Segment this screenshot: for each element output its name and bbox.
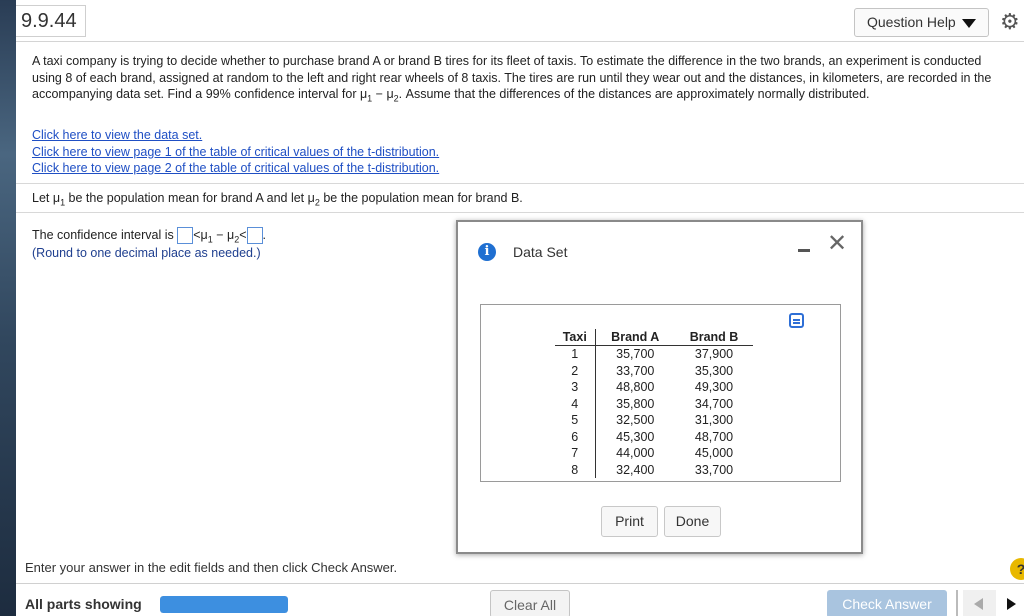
table-row: 1 35,700 37,900	[555, 345, 753, 363]
cell-taxi: 3	[555, 379, 596, 396]
mu-symbol: μ	[307, 191, 315, 205]
footer-divider	[16, 583, 1024, 584]
cell-brand-a: 35,800	[616, 396, 655, 411]
cell-taxi: 5	[555, 412, 596, 429]
cell-taxi: 4	[555, 395, 596, 412]
divider	[16, 183, 1024, 184]
clear-all-button[interactable]: Clear All	[490, 590, 570, 616]
cell-brand-a: 45,300	[616, 429, 655, 444]
column-header-brand-a: Brand A	[611, 330, 660, 344]
cell-brand-a: 35,700	[616, 347, 655, 361]
cell-taxi: 6	[555, 428, 596, 445]
column-header-taxi: Taxi	[555, 329, 596, 346]
table-row: 7 44,000 45,000	[555, 445, 753, 462]
table-header-row: Taxi Brand A Brand B	[555, 329, 753, 346]
table-row: 8 32,400 33,700	[555, 461, 753, 478]
question-page: 9.9.44 Question Help ⚙ A taxi company is…	[16, 0, 1024, 616]
cell-brand-a: 32,500	[616, 413, 655, 427]
minus-sign: −	[212, 228, 227, 242]
table-row: 2 33,700 35,300	[555, 362, 753, 379]
data-table: Taxi Brand A Brand B 1 35,700 37,900 2 33,7…	[555, 329, 753, 478]
cell-brand-b: 49,300	[694, 380, 734, 394]
progress-bar	[160, 596, 288, 613]
problem-text: A taxi company is trying to decide wheth…	[32, 53, 1012, 107]
cell-taxi: 8	[555, 461, 596, 478]
question-help-label: Question Help	[867, 14, 956, 30]
ci-prefix: The confidence interval is	[32, 228, 178, 242]
dropdown-triangle-icon	[962, 19, 976, 28]
let-text-a: Let	[32, 191, 53, 205]
cell-taxi: 7	[555, 445, 596, 462]
check-answer-button[interactable]: Check Answer	[827, 590, 947, 616]
minus-sign: −	[372, 87, 387, 101]
minimize-icon[interactable]	[798, 249, 810, 252]
cell-brand-a: 32,400	[616, 462, 655, 477]
cell-brand-b: 37,900	[694, 347, 734, 361]
done-button[interactable]: Done	[664, 506, 721, 537]
cell-brand-b: 35,300	[694, 363, 734, 378]
divider	[16, 212, 1024, 213]
data-set-dialog: i Data Set ✕ Taxi Brand A Brand B 1 35,70…	[456, 220, 863, 554]
cell-brand-b: 33,700	[694, 462, 734, 477]
view-data-set-link[interactable]: Click here to view the data set.	[32, 127, 632, 144]
cell-brand-b: 31,300	[694, 413, 734, 427]
help-icon[interactable]: ?	[1010, 558, 1024, 580]
less-than-sign: <	[193, 228, 201, 242]
let-text-c: be the population mean for brand B.	[319, 191, 523, 205]
progress-bar-fill	[160, 596, 288, 613]
t-table-page-2-link[interactable]: Click here to view page 2 of the table o…	[32, 160, 632, 177]
resource-links: Click here to view the data set. Click h…	[32, 127, 632, 177]
definition-line: Let μ1 be the population mean for brand …	[32, 191, 523, 208]
parts-status: All parts showing	[25, 596, 142, 612]
print-button[interactable]: Print	[601, 506, 658, 537]
upper-bound-input[interactable]	[246, 227, 263, 245]
lower-bound-input[interactable]	[177, 227, 194, 245]
question-help-button[interactable]: Question Help	[854, 8, 989, 37]
table-row: 5 32,500 31,300	[555, 412, 753, 429]
mu-symbol: μ	[386, 87, 394, 101]
gear-icon[interactable]: ⚙	[1000, 11, 1022, 33]
cell-taxi: 2	[555, 362, 596, 379]
let-text-b: be the population mean for brand A and l…	[65, 191, 308, 205]
cell-taxi: 1	[555, 345, 596, 363]
copy-to-clipboard-icon[interactable]	[789, 313, 804, 328]
instructions-text: Enter your answer in the edit fields and…	[25, 560, 398, 575]
info-icon: i	[478, 243, 496, 261]
problem-text-2: . Assume that the differences of the dis…	[398, 87, 870, 101]
nav-divider	[956, 590, 958, 616]
table-row: 4 35,800 34,700	[555, 395, 753, 412]
mu-symbol: μ	[52, 191, 61, 205]
mu-symbol: μ	[200, 228, 208, 242]
dialog-title: Data Set	[513, 244, 568, 260]
cell-brand-a: 48,800	[616, 380, 655, 394]
close-icon[interactable]: ✕	[826, 232, 848, 256]
cell-brand-b: 45,000	[694, 446, 734, 460]
question-id: 9.9.44	[16, 5, 86, 37]
table-row: 6 45,300 48,700	[555, 428, 753, 445]
cell-brand-a: 33,700	[616, 363, 655, 378]
cell-brand-b: 48,700	[694, 429, 734, 444]
t-table-page-1-link[interactable]: Click here to view page 1 of the table o…	[32, 144, 632, 161]
cell-brand-b: 34,700	[694, 396, 734, 411]
cell-brand-a: 44,000	[616, 446, 655, 460]
previous-arrow-icon[interactable]	[963, 590, 996, 616]
table-row: 3 48,800 49,300	[555, 379, 753, 396]
column-header-brand-b: Brand B	[689, 330, 739, 344]
ci-suffix: .	[262, 228, 267, 242]
less-than-sign: <	[239, 228, 247, 242]
desktop-background	[0, 0, 16, 616]
next-arrow-icon[interactable]	[998, 590, 1024, 616]
rounding-note: (Round to one decimal place as needed.)	[32, 246, 261, 260]
header-bar: 9.9.44 Question Help ⚙	[16, 0, 1024, 42]
